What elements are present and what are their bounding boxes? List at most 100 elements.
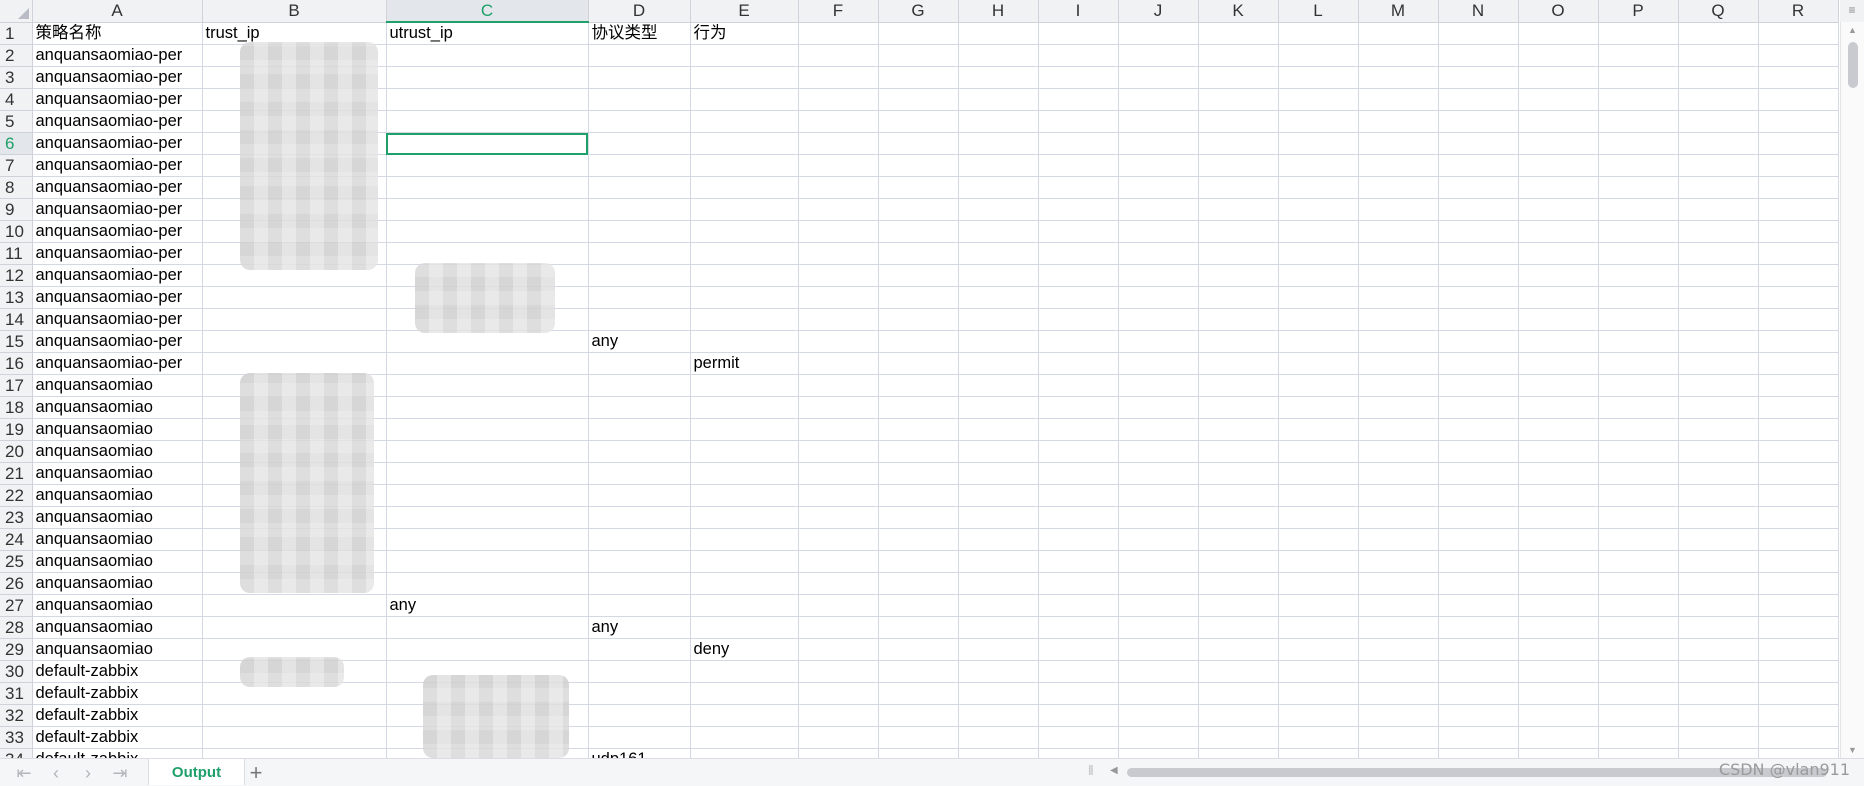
cell-empty[interactable] xyxy=(878,396,959,419)
cell-empty[interactable] xyxy=(1598,506,1679,529)
cell-empty[interactable] xyxy=(1758,22,1839,45)
cell-empty[interactable] xyxy=(1278,462,1359,485)
cell-a24[interactable]: anquansaomiao xyxy=(32,528,203,551)
cell-empty[interactable] xyxy=(958,462,1039,485)
cell-c24[interactable] xyxy=(386,528,589,551)
cell-empty[interactable] xyxy=(1198,616,1279,639)
cell-empty[interactable] xyxy=(1758,374,1839,397)
cell-empty[interactable] xyxy=(1678,374,1759,397)
cell-empty[interactable] xyxy=(1758,572,1839,595)
cell-empty[interactable] xyxy=(1758,484,1839,507)
cell-d10[interactable] xyxy=(588,220,691,243)
row-header[interactable]: 23 xyxy=(0,506,33,529)
cell-empty[interactable] xyxy=(958,682,1039,705)
cell-a6[interactable]: anquansaomiao-per xyxy=(32,132,203,155)
cell-empty[interactable] xyxy=(1518,462,1599,485)
cell-empty[interactable] xyxy=(1678,682,1759,705)
cell-empty[interactable] xyxy=(1198,550,1279,573)
cell-empty[interactable] xyxy=(878,616,959,639)
cell-e15[interactable] xyxy=(690,330,799,353)
cell-b28[interactable] xyxy=(202,616,387,639)
cell-empty[interactable] xyxy=(1758,616,1839,639)
cell-a25[interactable]: anquansaomiao xyxy=(32,550,203,573)
cell-empty[interactable] xyxy=(798,220,879,243)
cell-empty[interactable] xyxy=(958,242,1039,265)
cell-empty[interactable] xyxy=(1278,682,1359,705)
row-header[interactable]: 18 xyxy=(0,396,33,419)
row-header[interactable]: 28 xyxy=(0,616,33,639)
cell-empty[interactable] xyxy=(958,484,1039,507)
cell-empty[interactable] xyxy=(798,616,879,639)
cell-empty[interactable] xyxy=(1678,88,1759,111)
cell-empty[interactable] xyxy=(1678,550,1759,573)
row-header[interactable]: 19 xyxy=(0,418,33,441)
cell-empty[interactable] xyxy=(1358,660,1439,683)
cell-empty[interactable] xyxy=(1678,418,1759,441)
cell-empty[interactable] xyxy=(1678,176,1759,199)
column-header[interactable]: K xyxy=(1198,0,1279,23)
cell-empty[interactable] xyxy=(1678,704,1759,727)
column-header[interactable]: N xyxy=(1438,0,1519,23)
cell-empty[interactable] xyxy=(1758,352,1839,375)
cell-c9[interactable] xyxy=(386,198,589,221)
cell-empty[interactable] xyxy=(1038,374,1119,397)
cell-empty[interactable] xyxy=(798,594,879,617)
cell-empty[interactable] xyxy=(1358,330,1439,353)
cell-empty[interactable] xyxy=(1198,330,1279,353)
cell-empty[interactable] xyxy=(958,176,1039,199)
cell-empty[interactable] xyxy=(798,704,879,727)
cell-empty[interactable] xyxy=(1678,748,1759,758)
column-header[interactable]: H xyxy=(958,0,1039,23)
cell-empty[interactable] xyxy=(1438,704,1519,727)
cell-empty[interactable] xyxy=(878,286,959,309)
cell-empty[interactable] xyxy=(878,220,959,243)
cell-empty[interactable] xyxy=(1598,594,1679,617)
cell-e8[interactable] xyxy=(690,176,799,199)
cell-empty[interactable] xyxy=(1438,198,1519,221)
cell-empty[interactable] xyxy=(798,352,879,375)
cell-c15[interactable] xyxy=(386,330,589,353)
cell-e12[interactable] xyxy=(690,264,799,287)
cell-e7[interactable] xyxy=(690,154,799,177)
cell-empty[interactable] xyxy=(1598,66,1679,89)
cell-empty[interactable] xyxy=(1038,198,1119,221)
cell-empty[interactable] xyxy=(1358,704,1439,727)
cell-empty[interactable] xyxy=(1438,308,1519,331)
cell-empty[interactable] xyxy=(878,440,959,463)
cell-a14[interactable]: anquansaomiao-per xyxy=(32,308,203,331)
cell-empty[interactable] xyxy=(1518,242,1599,265)
cell-empty[interactable] xyxy=(1278,154,1359,177)
cell-b27[interactable] xyxy=(202,594,387,617)
cell-empty[interactable] xyxy=(1038,572,1119,595)
cell-empty[interactable] xyxy=(1118,242,1199,265)
menu-icon[interactable]: ≡ xyxy=(1840,0,1864,22)
prev-sheet-icon[interactable]: ‹ xyxy=(46,763,66,784)
cell-empty[interactable] xyxy=(1278,286,1359,309)
cell-e27[interactable] xyxy=(690,594,799,617)
cell-empty[interactable] xyxy=(1198,726,1279,749)
cell-c29[interactable] xyxy=(386,638,589,661)
cell-empty[interactable] xyxy=(1038,242,1119,265)
cell-empty[interactable] xyxy=(1118,198,1199,221)
cell-empty[interactable] xyxy=(1438,88,1519,111)
cell-d1[interactable]: 协议类型 xyxy=(588,22,691,45)
row-header[interactable]: 26 xyxy=(0,572,33,595)
cell-empty[interactable] xyxy=(878,748,959,758)
cell-empty[interactable] xyxy=(878,726,959,749)
cell-empty[interactable] xyxy=(1438,418,1519,441)
cell-empty[interactable] xyxy=(1358,748,1439,758)
cell-d28[interactable]: any xyxy=(588,616,691,639)
cell-empty[interactable] xyxy=(1678,286,1759,309)
cell-empty[interactable] xyxy=(878,462,959,485)
cell-d2[interactable] xyxy=(588,44,691,67)
cell-empty[interactable] xyxy=(1198,176,1279,199)
cell-empty[interactable] xyxy=(1358,88,1439,111)
cell-empty[interactable] xyxy=(1038,418,1119,441)
cell-empty[interactable] xyxy=(1278,220,1359,243)
cell-a12[interactable]: anquansaomiao-per xyxy=(32,264,203,287)
cell-empty[interactable] xyxy=(1118,506,1199,529)
cell-empty[interactable] xyxy=(1678,198,1759,221)
cell-empty[interactable] xyxy=(798,682,879,705)
cell-empty[interactable] xyxy=(1278,748,1359,758)
cell-empty[interactable] xyxy=(958,660,1039,683)
